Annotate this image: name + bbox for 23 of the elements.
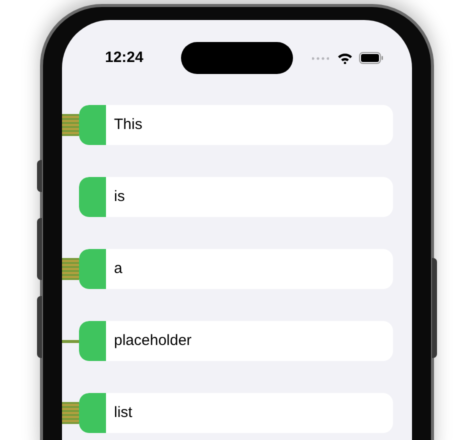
row-tab [79, 177, 106, 217]
row-label: a [114, 258, 122, 279]
battery-icon [359, 52, 384, 64]
row-label: is [114, 186, 125, 207]
signal-icon [312, 56, 329, 60]
wifi-icon [337, 52, 353, 64]
row-tab [79, 393, 106, 433]
list-row[interactable]: This [79, 105, 393, 145]
row-label: This [114, 114, 142, 135]
list-row[interactable]: placeholder [79, 321, 393, 361]
list-row[interactable]: is [79, 177, 393, 217]
row-tab [79, 249, 106, 289]
row-label: placeholder [114, 330, 192, 351]
row-tab [79, 321, 106, 361]
list-row[interactable]: a [79, 249, 393, 289]
row-tab [79, 105, 106, 145]
striped-connector-icon [62, 402, 79, 424]
striped-connector-icon [62, 114, 79, 136]
status-time: 12:24 [105, 48, 144, 68]
list-row[interactable]: list [79, 393, 393, 433]
striped-connector-icon [62, 258, 79, 280]
side-button[interactable] [37, 160, 42, 192]
row-label: list [114, 402, 132, 423]
